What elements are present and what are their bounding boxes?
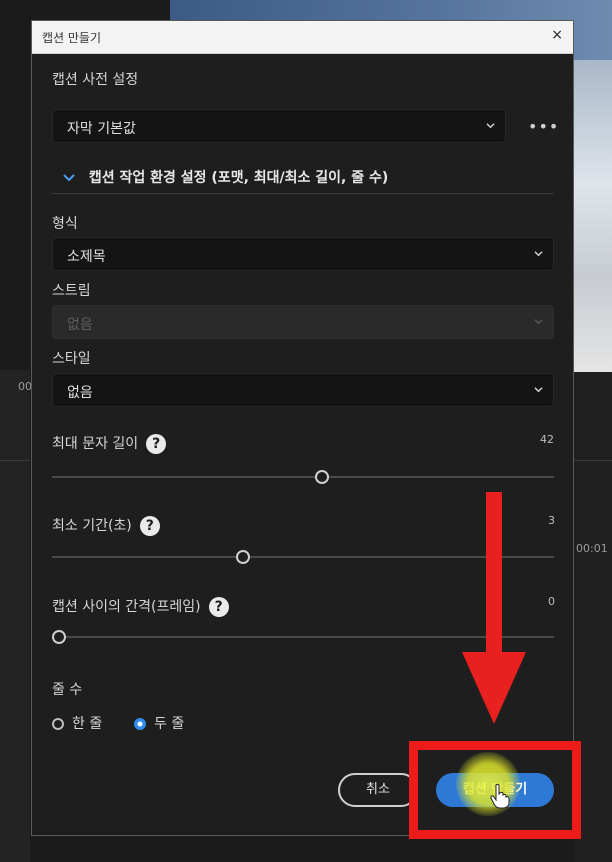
min-duration-slider-track[interactable]	[52, 556, 554, 558]
section-divider	[52, 193, 554, 194]
lines-option-single-label: 한 줄	[72, 716, 103, 732]
stream-value: 없음	[67, 317, 93, 333]
click-indicator	[456, 752, 520, 816]
format-label: 형식	[52, 216, 78, 232]
annotation-arrow-head	[462, 652, 526, 724]
gap-label-row: 캡션 사이의 간격(프레임)?	[52, 596, 229, 617]
preset-label: 캡션 사전 설정	[52, 72, 139, 88]
lines-option-double-label: 두 줄	[154, 716, 185, 732]
close-icon[interactable]: ×	[551, 27, 563, 43]
preset-value: 자막 기본값	[67, 121, 136, 137]
chevron-down-icon	[486, 123, 495, 129]
format-select[interactable]: 소제목	[52, 237, 554, 271]
gap-value: 0	[548, 595, 555, 608]
max-chars-slider-thumb[interactable]	[315, 470, 329, 484]
format-value: 소제목	[67, 249, 106, 265]
preset-select[interactable]: 자막 기본값	[52, 109, 506, 143]
style-select[interactable]: 없음	[52, 373, 554, 407]
style-label: 스타일	[52, 351, 91, 367]
section-toggle-workspace-settings[interactable]: 캡션 작업 환경 설정 (포맷, 최대/최소 길이, 줄 수)	[62, 167, 388, 187]
max-chars-value: 42	[540, 433, 554, 446]
min-duration-label-row: 최소 기간(초)?	[52, 515, 160, 536]
hand-cursor-icon	[490, 783, 510, 809]
gap-label: 캡션 사이의 간격(프레임)	[52, 599, 201, 615]
section-toggle-label: 캡션 작업 환경 설정 (포맷, 최대/최소 길이, 줄 수)	[88, 170, 389, 186]
dialog-titlebar: 캡션 만들기 ×	[32, 21, 573, 54]
background-timecode-left: 00	[18, 380, 32, 393]
lines-label: 줄 수	[52, 682, 83, 698]
gap-slider-track[interactable]	[52, 636, 554, 638]
background-left-panel	[0, 370, 30, 862]
background-divider	[0, 460, 30, 461]
stream-select: 없음	[52, 305, 554, 339]
min-duration-slider-thumb[interactable]	[236, 550, 250, 564]
radio-checked-icon	[134, 718, 146, 730]
lines-option-double[interactable]: 두 줄	[134, 713, 184, 733]
cancel-button[interactable]: 취소	[338, 773, 418, 807]
chevron-down-icon	[534, 319, 543, 325]
chevron-down-icon	[534, 251, 543, 257]
max-chars-label-row: 최대 문자 길이?	[52, 433, 167, 454]
stream-label: 스트림	[52, 283, 91, 299]
background-timecode: 00:01	[576, 542, 608, 555]
help-icon[interactable]: ?	[208, 597, 229, 617]
chevron-down-icon	[63, 174, 75, 182]
dialog-title: 캡션 만들기	[42, 31, 102, 45]
gap-slider-thumb[interactable]	[52, 630, 66, 644]
help-icon[interactable]: ?	[139, 516, 160, 536]
radio-unchecked-icon	[52, 718, 64, 730]
annotation-arrow-shaft	[486, 492, 502, 656]
more-options-button[interactable]: •••	[528, 117, 559, 136]
lines-option-single[interactable]: 한 줄	[52, 713, 102, 733]
min-duration-label: 최소 기간(초)	[52, 518, 132, 534]
background-divider	[574, 460, 612, 461]
min-duration-value: 3	[548, 514, 555, 527]
max-chars-slider-track[interactable]	[52, 476, 554, 478]
max-chars-label: 최대 문자 길이	[52, 436, 139, 452]
help-icon[interactable]: ?	[146, 434, 167, 454]
style-value: 없음	[67, 385, 93, 401]
chevron-down-icon	[534, 387, 543, 393]
